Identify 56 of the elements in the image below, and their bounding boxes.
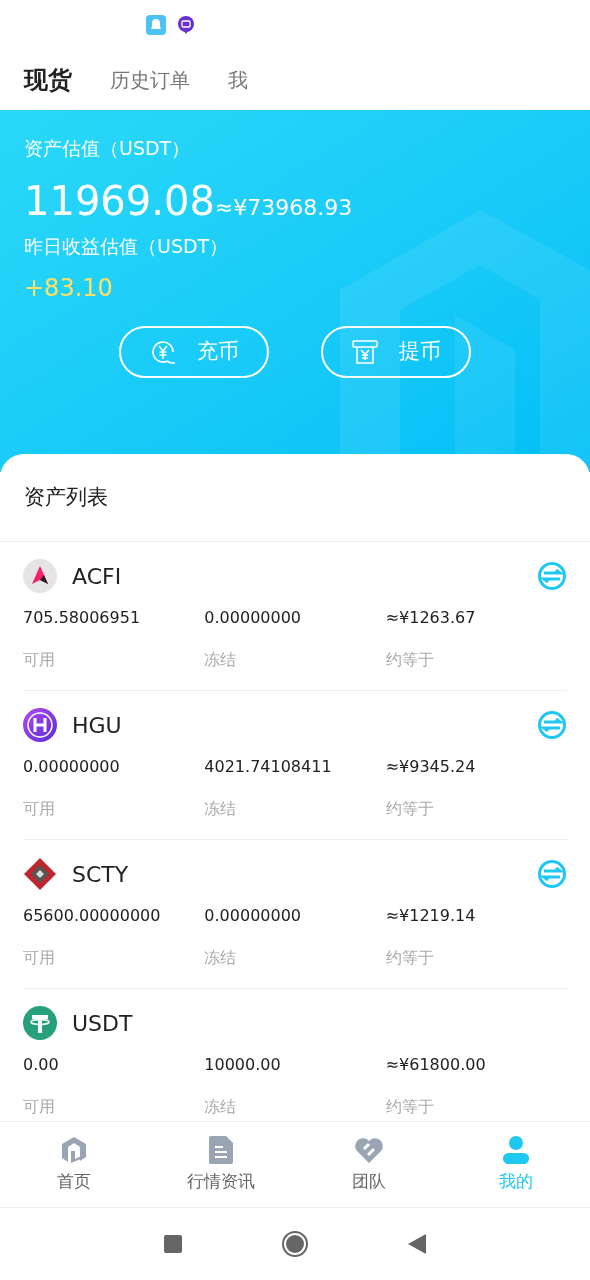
app-notification-icon [146,15,166,35]
approx-value: ≈¥9345.24 [385,756,477,778]
nav-tab[interactable]: 首页 [0,1134,148,1195]
coin-logo-icon [23,559,57,593]
document-icon [208,1134,235,1165]
available-amount: 65600.00000000 [23,905,162,927]
approx-label: 约等于 [385,798,435,820]
frozen-amount: 0.00000000 [204,607,303,629]
app-notification-icon [178,16,194,34]
frozen-amount: 10000.00 [204,1054,282,1076]
approx-label: 约等于 [385,649,435,671]
home-button[interactable] [282,1231,308,1257]
frozen-label: 冻结 [204,649,238,671]
coin-logo-icon [23,857,57,891]
asset-list-title: 资产列表 [24,483,108,511]
coin-logo-icon [23,1006,57,1040]
exchange-icon[interactable] [537,561,567,591]
approx-value: ≈¥1219.14 [385,905,477,927]
yesterday-income-value: +83.10 [24,273,114,304]
person-icon [501,1134,532,1165]
coin-symbol: HGU [72,711,122,740]
back-button[interactable] [408,1234,426,1254]
available-amount: 0.00000000 [23,756,121,778]
total-asset-cny: ≈¥73968.93 [214,194,353,222]
atm-yen-icon [351,338,379,366]
exchange-icon[interactable] [537,710,567,740]
approx-label: 约等于 [385,947,435,969]
frozen-label: 冻结 [204,947,238,969]
approx-value: ≈¥61800.00 [385,1054,487,1076]
available-amount: 0.00 [23,1054,60,1076]
available-amount: 705.58006951 [23,607,142,629]
approx-value: ≈¥1263.67 [385,607,477,629]
nav-tab[interactable]: 行情资讯 [147,1134,295,1195]
total-asset-label: 资产估值（USDT） [24,136,192,161]
top-tab[interactable]: 我 [228,65,248,95]
available-label: 可用 [23,649,56,671]
frozen-label: 冻结 [204,798,238,820]
total-asset-value: 11969.08 [24,177,215,226]
top-tab[interactable]: 现货 [24,62,72,98]
approx-label: 约等于 [385,1096,435,1118]
frozen-label: 冻结 [204,1096,238,1118]
recent-apps-button[interactable] [164,1235,182,1253]
frozen-amount: 0.00000000 [204,905,303,927]
coin-symbol: ACFI [72,562,122,591]
nav-tab[interactable]: 团队 [295,1134,443,1195]
available-label: 可用 [23,947,56,969]
exchange-icon[interactable] [537,859,567,889]
available-label: 可用 [23,798,56,820]
coin-symbol: SCTY [72,860,129,889]
coin-logo-icon [23,708,57,742]
frozen-amount: 4021.74108411 [204,756,333,778]
available-label: 可用 [23,1096,56,1118]
yesterday-income-label: 昨日收益估值（USDT） [24,234,230,259]
top-tab[interactable]: 历史订单 [110,65,190,95]
coin-symbol: USDT [72,1009,133,1038]
yen-coin-icon [149,338,177,366]
